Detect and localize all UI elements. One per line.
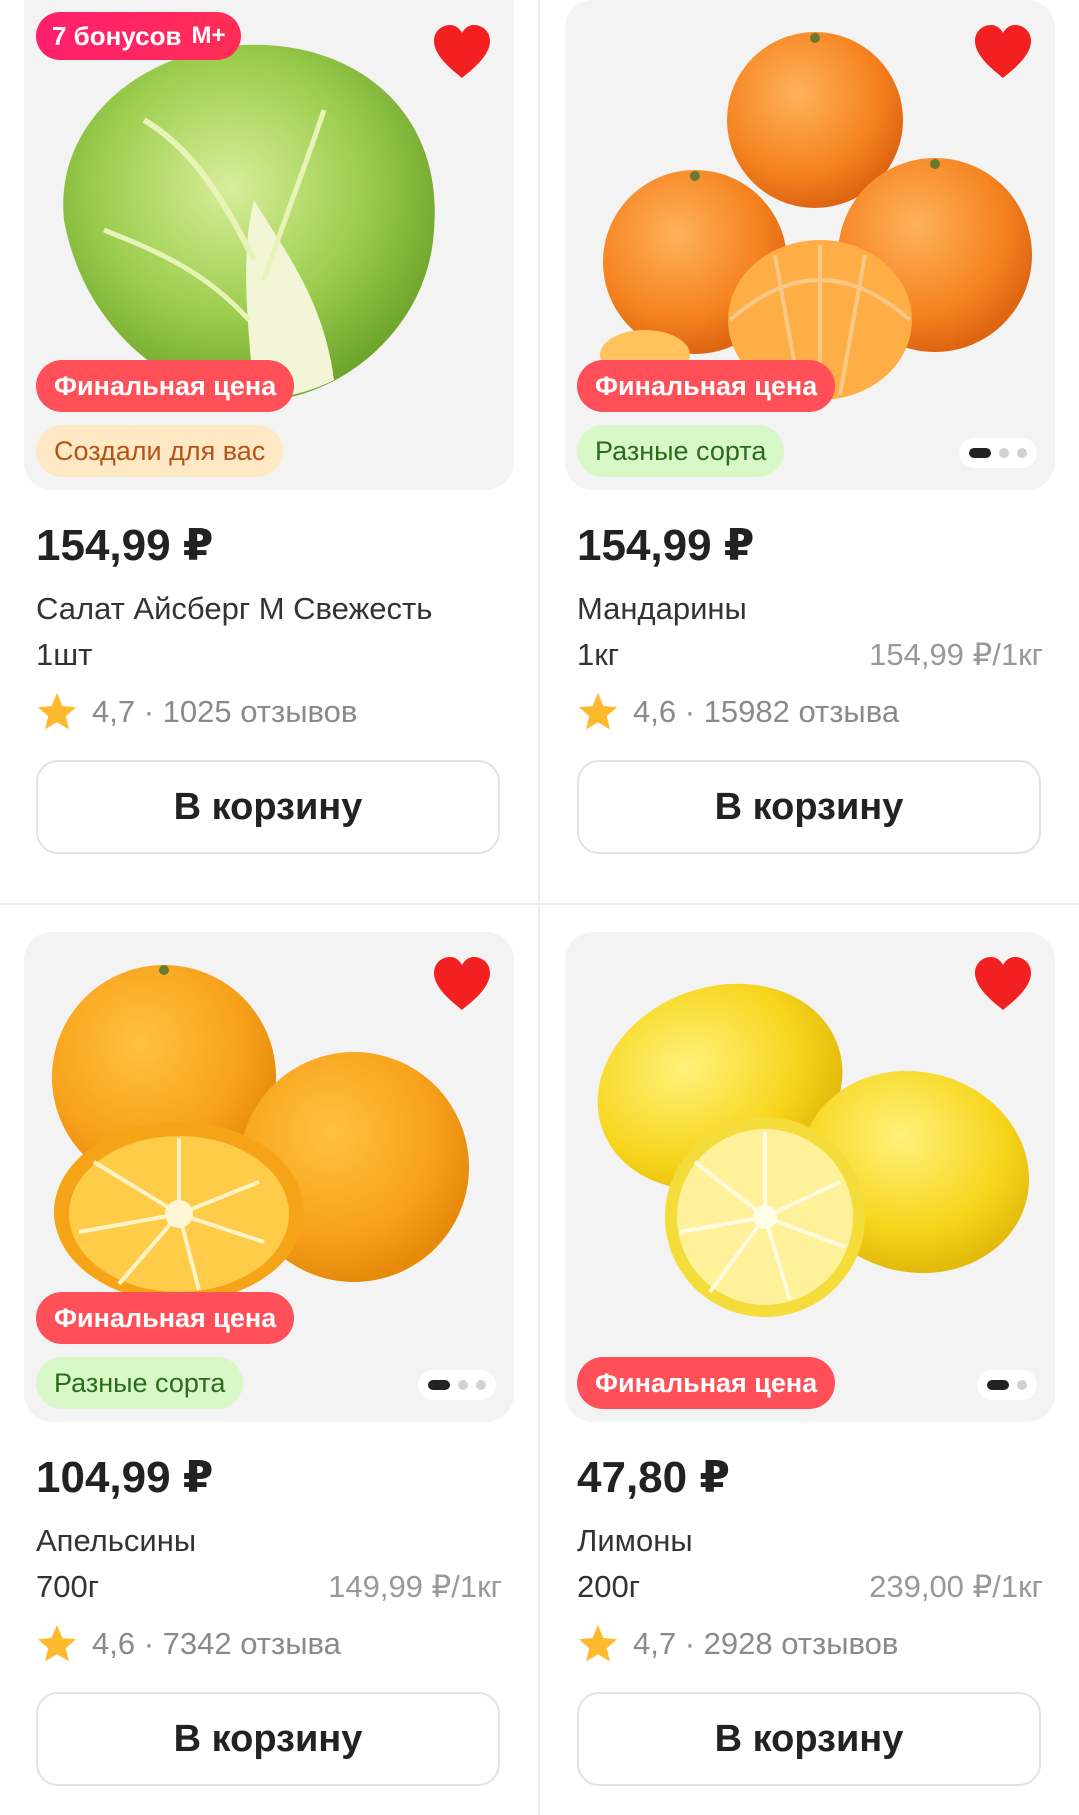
- add-to-cart-button[interactable]: В корзину: [577, 760, 1041, 854]
- favorite-heart-icon[interactable]: [432, 956, 492, 1012]
- image-carousel-dots[interactable]: [418, 1370, 496, 1400]
- grid-divider-vertical: [538, 0, 540, 1815]
- product-price: 154,99 ₽: [36, 521, 214, 570]
- badge-final-price: Финальная цена: [577, 1357, 836, 1409]
- star-icon: [38, 1625, 76, 1662]
- product-unit-price: 149,99 ₽/1кг: [328, 1569, 502, 1604]
- product-unit: 1шт: [36, 637, 93, 672]
- carousel-dot: [999, 448, 1009, 458]
- product-price: 47,80 ₽: [577, 1453, 730, 1502]
- rating-text: 4,6 · 7342 отзыва: [92, 1626, 341, 1661]
- product-unit-price: 239,00 ₽/1кг: [869, 1569, 1043, 1604]
- product-rating[interactable]: 4,7 · 2928 отзывов: [565, 1622, 1055, 1666]
- image-carousel-dots[interactable]: [959, 438, 1037, 468]
- product-image-area[interactable]: 7 бонусов M+ Финальная цена Создали для …: [24, 0, 514, 490]
- image-carousel-dots[interactable]: [977, 1370, 1037, 1400]
- badge-final-price: Финальная цена: [36, 1292, 295, 1344]
- product-card-tangerines[interactable]: Финальная цена Разные сорта 154,99 ₽ Ман…: [565, 0, 1055, 854]
- badge-various-sorts: Разные сорта: [577, 425, 785, 477]
- product-meta: 1шт: [24, 632, 514, 678]
- star-icon: [38, 693, 76, 730]
- carousel-dot: [458, 1380, 468, 1390]
- product-name[interactable]: Лимоны: [565, 1518, 1055, 1564]
- product-unit: 700г: [36, 1569, 100, 1604]
- favorite-heart-icon[interactable]: [973, 956, 1033, 1012]
- favorite-heart-icon[interactable]: [973, 24, 1033, 80]
- add-to-cart-button[interactable]: В корзину: [577, 1692, 1041, 1786]
- product-meta: 1кг 154,99 ₽/1кг: [565, 632, 1055, 678]
- product-name[interactable]: Салат Айсберг М Свежесть: [24, 586, 514, 632]
- product-name[interactable]: Апельсины: [24, 1518, 514, 1564]
- rating-text: 4,7 · 1025 отзывов: [92, 694, 358, 729]
- carousel-dot-active: [987, 1380, 1009, 1390]
- product-image-area[interactable]: Финальная цена Разные сорта: [24, 932, 514, 1422]
- product-meta: 200г 239,00 ₽/1кг: [565, 1564, 1055, 1610]
- bonus-text: 7 бонусов: [52, 20, 182, 51]
- badge-made-for-you: Создали для вас: [36, 425, 284, 477]
- favorite-heart-icon[interactable]: [432, 24, 492, 80]
- product-card-lettuce[interactable]: 7 бонусов M+ Финальная цена Создали для …: [24, 0, 514, 854]
- product-unit-price: 154,99 ₽/1кг: [869, 637, 1043, 672]
- star-icon: [579, 693, 617, 730]
- grid-divider-horizontal: [0, 903, 1079, 905]
- product-image-area[interactable]: Финальная цена: [565, 932, 1055, 1422]
- badge-final-price: Финальная цена: [577, 360, 836, 412]
- product-card-lemons[interactable]: Финальная цена 47,80 ₽ Лимоны 200г 239,0…: [565, 932, 1055, 1786]
- product-unit: 1кг: [577, 637, 620, 672]
- bonus-badge: 7 бонусов M+: [36, 12, 242, 60]
- product-meta: 700г 149,99 ₽/1кг: [24, 1564, 514, 1610]
- product-rating[interactable]: 4,6 · 15982 отзыва: [565, 690, 1055, 734]
- carousel-dot-active: [969, 448, 991, 458]
- product-rating[interactable]: 4,6 · 7342 отзыва: [24, 1622, 514, 1666]
- product-unit: 200г: [577, 1569, 641, 1604]
- rating-text: 4,6 · 15982 отзыва: [633, 694, 900, 729]
- star-icon: [579, 1625, 617, 1662]
- carousel-dot: [1017, 1380, 1027, 1390]
- badge-final-price: Финальная цена: [36, 360, 295, 412]
- rating-text: 4,7 · 2928 отзывов: [633, 1626, 899, 1661]
- add-to-cart-button[interactable]: В корзину: [36, 760, 500, 854]
- badge-various-sorts: Разные сорта: [36, 1357, 244, 1409]
- product-card-oranges[interactable]: Финальная цена Разные сорта 104,99 ₽ Апе…: [24, 932, 514, 1786]
- product-price: 104,99 ₽: [36, 1453, 214, 1502]
- carousel-dot-active: [428, 1380, 450, 1390]
- carousel-dot: [1017, 448, 1027, 458]
- add-to-cart-button[interactable]: В корзину: [36, 1692, 500, 1786]
- product-rating[interactable]: 4,7 · 1025 отзывов: [24, 690, 514, 734]
- bonus-mplus-mark: M+: [191, 22, 226, 49]
- carousel-dot: [476, 1380, 486, 1390]
- product-price: 154,99 ₽: [577, 521, 755, 570]
- product-image-area[interactable]: Финальная цена Разные сорта: [565, 0, 1055, 490]
- product-name[interactable]: Мандарины: [565, 586, 1055, 632]
